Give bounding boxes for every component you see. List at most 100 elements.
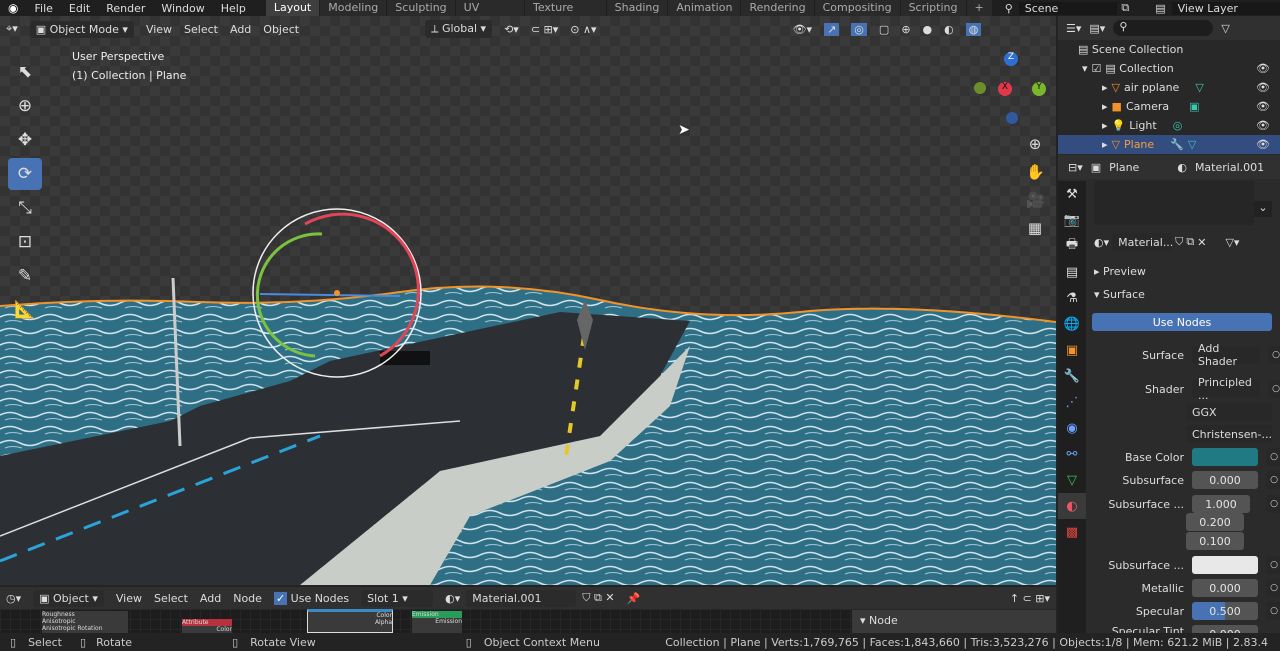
3d-viewport[interactable]: ⌖▾ ▣ Object Mode ▾ View Select Add Objec… [0,16,1056,585]
shader-field[interactable]: Principled ... [1192,376,1260,402]
gizmo-neg-y[interactable] [974,82,986,94]
material-name-field[interactable]: Material... [1112,233,1173,251]
select-tool-icon[interactable]: ⬉ [8,56,42,88]
measure-tool-icon[interactable]: 📐 [8,294,42,326]
editor-type-icon[interactable]: ⌖▾ [6,22,18,36]
pivot-icon[interactable]: ⟲▾ [504,23,519,36]
shading-solid-icon[interactable]: ● [923,23,933,36]
socket-icon[interactable]: ○ [1266,602,1280,620]
mesh-data-icon[interactable]: ▽ [1195,81,1203,94]
unlink-material-icon[interactable]: ✕ [1197,236,1206,249]
world-tab-icon[interactable]: 🌐 [1058,311,1086,337]
scene-collection-row[interactable]: ▤ Scene Collection [1058,40,1280,59]
tab-animation[interactable]: Animation [668,0,741,16]
tool-tab-icon[interactable]: ⚒ [1058,181,1086,207]
menu-select[interactable]: Select [184,23,218,36]
tab-layout[interactable]: Layout [265,0,320,16]
browse-material-icon[interactable]: ◐▾ [445,592,460,605]
mesh-data-icon[interactable]: ▽ [1188,138,1196,151]
mode-dropdown[interactable]: ▣ Object Mode ▾ [29,20,134,38]
specular-slider[interactable]: 0.500 [1192,602,1258,620]
slot-dropdown[interactable]: Slot 1 ▾ [361,589,434,607]
menu-file[interactable]: File [26,2,60,15]
parent-node-icon[interactable]: ↑ ⊂ ⊞▾ [1010,592,1050,605]
use-nodes-button[interactable]: Use Nodes [1092,313,1272,331]
collection-checkbox[interactable]: ☑ [1092,62,1102,75]
shading-material-icon[interactable]: ◐ [944,23,954,36]
zoom-icon[interactable]: ⊕ [1026,130,1044,158]
metallic-field[interactable]: 0.000 [1192,579,1258,597]
material-tab-icon[interactable]: ◐ [1058,493,1086,519]
scene-icon[interactable]: ⚲ [1005,2,1013,15]
slot-menu-icon[interactable]: ⌄ [1254,201,1272,217]
preview-panel-header[interactable]: ▸ Preview [1094,265,1146,278]
gizmo-x[interactable]: X [998,82,1012,96]
distribution-dropdown[interactable]: GGX [1186,403,1272,421]
menu-view[interactable]: View [146,23,172,36]
editor-type-icon[interactable]: ⊟▾ [1068,161,1083,174]
transform-tool-icon[interactable]: ⊡ [8,226,42,258]
xray-icon[interactable]: ▢ [879,23,889,36]
filter-icon[interactable]: ▽ [1221,22,1229,35]
node-sidebar-panel[interactable]: ▾ Node [852,610,1056,633]
data-tab-icon[interactable]: ▽ [1058,467,1086,493]
socket-icon[interactable]: ○ [1266,448,1280,466]
texture-tab-icon[interactable]: ▩ [1058,519,1086,545]
render-tab-icon[interactable]: 📷 [1058,207,1086,233]
menu-object[interactable]: Object [263,23,299,36]
material-field[interactable]: Material.001 [466,589,577,607]
editor-type-icon[interactable]: ◷▾ [6,592,21,605]
blender-logo-icon[interactable]: ◉ [8,1,18,15]
tab-scripting[interactable]: Scripting [900,0,966,16]
socket-icon[interactable]: ○ [1266,556,1280,574]
principled-node-fragment[interactable]: Roughness Anisotropic Anisotropic Rotation [42,611,128,633]
gizmo-y[interactable]: Y [1032,82,1046,96]
particles-tab-icon[interactable]: ⋰ [1058,389,1086,415]
eye-icon[interactable]: 👁 [1256,119,1270,132]
specular-tint-field[interactable]: 0.000 [1192,625,1258,633]
view-layer-icon[interactable]: ▤ [1155,2,1165,15]
physics-tab-icon[interactable]: ◉ [1058,415,1086,441]
scene-tab-icon[interactable]: ⚗ [1058,285,1086,311]
output-tab-icon[interactable]: 🖶 [1058,233,1086,259]
perspective-grid-icon[interactable]: ▦ [1026,214,1044,242]
node-menu-add[interactable]: Add [200,592,221,605]
eye-icon[interactable]: 👁 [1256,62,1270,75]
subsurface-field[interactable]: 0.000 [1192,471,1258,489]
node-canvas[interactable]: Roughness Anisotropic Anisotropic Rotation… [0,609,1056,633]
socket-icon[interactable]: ○ [1266,579,1280,597]
browse-material-icon[interactable]: ◐▾ [1094,236,1109,249]
collection-row[interactable]: ▾ ☑ ▤ Collection 👁 [1058,59,1280,78]
camera-data-icon[interactable]: ▣ [1189,100,1199,113]
light-data-icon[interactable]: ◎ [1173,119,1183,132]
shading-rendered-icon[interactable]: ◍ [965,22,982,36]
annotate-tool-icon[interactable]: ✎ [8,260,42,292]
snap-icon[interactable]: ⊂ ⊞▾ [531,23,558,36]
node-menu-view[interactable]: View [116,592,142,605]
proportional-edit-icon[interactable]: ⊙ ∧▾ [570,23,596,36]
radius-y-field[interactable]: 0.200 [1186,513,1244,531]
tab-texture-paint[interactable]: Texture Paint [524,0,606,27]
gizmo-icon[interactable]: ↗ [824,22,840,36]
duplicate-material-icon[interactable]: ⧉ [1186,235,1194,249]
surface-panel-header[interactable]: ▾ Surface [1094,288,1145,301]
image-node[interactable]: Color Alpha [307,609,393,633]
eye-icon[interactable]: 👁 [1256,100,1270,113]
link-dropdown-icon[interactable]: ▽▾ [1225,236,1239,249]
surface-shader-field[interactable]: Add Shader [1192,342,1260,368]
filter-view-icon[interactable]: ▤▾ [1089,22,1105,35]
modifier-icon[interactable]: 🔧 [1170,138,1184,151]
add-workspace-icon[interactable]: + [966,0,992,16]
move-tool-icon[interactable]: ✥ [8,124,42,156]
attribute-node[interactable]: Attribute Color [182,619,232,633]
gizmo-neg-z[interactable] [1006,112,1018,124]
scale-tool-icon[interactable]: ⤡ [8,192,42,224]
tab-compositing[interactable]: Compositing [814,0,900,16]
fake-user-icon[interactable]: ⛉ ⧉ ✕ [582,591,614,605]
pin-icon[interactable]: 📌 [627,592,641,605]
orientation-dropdown[interactable]: ⟂ Global ▾ [425,20,493,38]
eye-icon[interactable]: 👁 [1256,138,1270,151]
outliner-item-camera[interactable]: ▸ ■ Camera ▣ 👁 [1058,97,1280,116]
pan-hand-icon[interactable]: ✋ [1026,158,1045,186]
tab-shading[interactable]: Shading [606,0,668,16]
